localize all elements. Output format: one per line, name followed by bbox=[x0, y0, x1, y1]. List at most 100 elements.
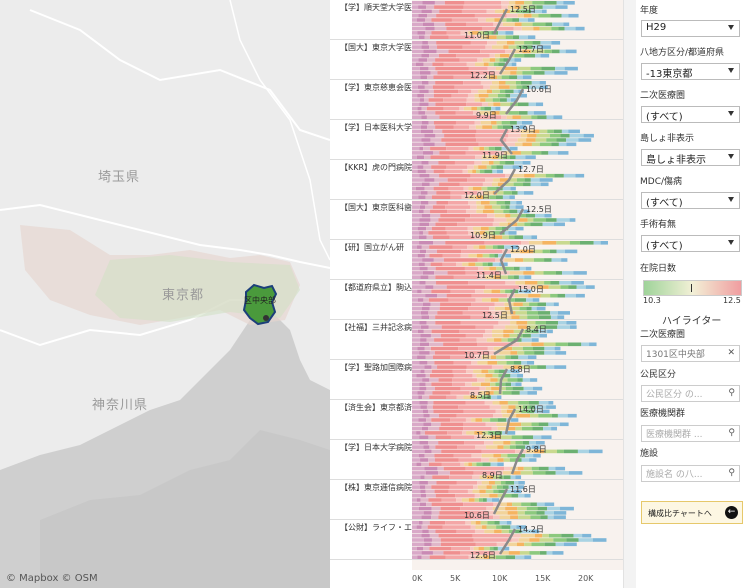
bar-segment[interactable] bbox=[524, 511, 537, 515]
bar-segment[interactable] bbox=[471, 361, 478, 365]
bar-segment[interactable] bbox=[492, 373, 499, 378]
bar-segment[interactable] bbox=[555, 542, 564, 547]
bar-segment[interactable] bbox=[443, 342, 478, 347]
bar-segment[interactable] bbox=[412, 311, 421, 315]
bar-segment[interactable] bbox=[472, 533, 511, 538]
bar-segment[interactable] bbox=[436, 13, 475, 18]
bar-segment[interactable] bbox=[431, 422, 441, 427]
bar-segment[interactable] bbox=[473, 485, 478, 489]
bar-segment[interactable] bbox=[427, 481, 437, 485]
bar-segment[interactable] bbox=[495, 511, 508, 515]
bar-segment[interactable] bbox=[417, 253, 425, 258]
bar-segment[interactable] bbox=[451, 18, 479, 22]
bar-segment[interactable] bbox=[557, 151, 569, 155]
bar-segment[interactable] bbox=[419, 351, 430, 355]
bar-segment[interactable] bbox=[555, 471, 569, 475]
bar-segment[interactable] bbox=[507, 133, 521, 138]
bar-segment[interactable] bbox=[441, 498, 457, 502]
bar-segment[interactable] bbox=[455, 111, 474, 115]
bar-segment[interactable] bbox=[491, 165, 497, 169]
bar-segment[interactable] bbox=[491, 426, 498, 431]
bar-segment[interactable] bbox=[484, 146, 489, 151]
bar-segment[interactable] bbox=[429, 373, 454, 378]
bar-segment[interactable] bbox=[489, 266, 497, 271]
bar-segment[interactable] bbox=[436, 281, 469, 285]
bar-segment[interactable] bbox=[475, 298, 483, 302]
bar-segment[interactable] bbox=[412, 5, 419, 9]
bar-segment[interactable] bbox=[439, 173, 471, 178]
bar-segment[interactable] bbox=[490, 418, 498, 422]
bar-segment[interactable] bbox=[412, 209, 419, 214]
bar-segment[interactable] bbox=[475, 262, 483, 267]
bar-segment[interactable] bbox=[412, 26, 426, 31]
bar-segment[interactable] bbox=[450, 391, 470, 395]
bar-segment[interactable] bbox=[432, 62, 444, 67]
bar-segment[interactable] bbox=[417, 329, 424, 334]
bar-segment[interactable] bbox=[486, 165, 492, 169]
bar-segment[interactable] bbox=[421, 289, 432, 294]
bar-segment[interactable] bbox=[427, 361, 435, 365]
bar-segment[interactable] bbox=[542, 241, 557, 245]
bar-segment[interactable] bbox=[460, 462, 465, 467]
bar-segment[interactable] bbox=[445, 241, 485, 245]
bar-segment[interactable] bbox=[557, 325, 570, 329]
bar-segment[interactable] bbox=[514, 298, 527, 302]
bar-segment[interactable] bbox=[437, 293, 447, 298]
bar-segment[interactable] bbox=[480, 226, 489, 231]
bar-segment[interactable] bbox=[461, 9, 487, 14]
bar-segment[interactable] bbox=[480, 382, 491, 387]
bar-segment[interactable] bbox=[429, 182, 440, 187]
bar-segment[interactable] bbox=[436, 191, 451, 195]
bar-segment[interactable] bbox=[461, 249, 503, 254]
bar-segment[interactable] bbox=[419, 441, 429, 445]
bar-segment[interactable] bbox=[425, 493, 436, 498]
bar-segment[interactable] bbox=[421, 9, 432, 14]
bar-segment[interactable] bbox=[475, 289, 484, 294]
bar-segment[interactable] bbox=[534, 351, 545, 355]
bar-segment[interactable] bbox=[417, 31, 426, 35]
bar-segment[interactable] bbox=[518, 538, 530, 542]
bar-segment[interactable] bbox=[420, 458, 429, 462]
bar-segment[interactable] bbox=[509, 205, 516, 209]
bar-segment[interactable] bbox=[478, 89, 487, 94]
bar-segment[interactable] bbox=[513, 26, 522, 31]
bar-segment[interactable] bbox=[489, 85, 499, 89]
bar-segment[interactable] bbox=[430, 213, 441, 218]
bar-segment[interactable] bbox=[510, 71, 517, 75]
bar-segment[interactable] bbox=[485, 98, 493, 102]
bar-segment[interactable] bbox=[438, 533, 473, 538]
bar-segment[interactable] bbox=[514, 58, 522, 62]
bar-segment[interactable] bbox=[412, 285, 426, 289]
bar-segment[interactable] bbox=[517, 222, 525, 227]
bar-segment[interactable] bbox=[462, 169, 468, 174]
bar-segment[interactable] bbox=[426, 226, 432, 231]
bar-segment[interactable] bbox=[433, 89, 459, 94]
bar-segment[interactable] bbox=[499, 89, 506, 94]
bar-segment[interactable] bbox=[477, 481, 482, 485]
bar-segment[interactable] bbox=[481, 481, 489, 485]
bar-segment[interactable] bbox=[502, 471, 513, 475]
bar-segment[interactable] bbox=[484, 205, 492, 209]
bar-segment[interactable] bbox=[571, 281, 584, 285]
bar-segment[interactable] bbox=[508, 111, 519, 115]
bar-segment[interactable] bbox=[412, 49, 424, 54]
bar-segment[interactable] bbox=[506, 13, 518, 18]
bar-segment[interactable] bbox=[482, 462, 491, 467]
bar-segment[interactable] bbox=[557, 413, 568, 418]
bar-segment[interactable] bbox=[519, 266, 526, 271]
bar-segment[interactable] bbox=[485, 245, 493, 249]
bar-segment[interactable] bbox=[568, 285, 577, 289]
bar-segment[interactable] bbox=[419, 146, 424, 151]
hospital-label[interactable]: 【済生会】東京都済 bbox=[340, 402, 412, 413]
bar-segment[interactable] bbox=[431, 485, 450, 489]
hl-public-input[interactable]: 公民区分 の... ⚲ bbox=[641, 385, 740, 402]
bar-segment[interactable] bbox=[561, 129, 569, 134]
bar-segment[interactable] bbox=[542, 5, 556, 9]
bar-segment[interactable] bbox=[567, 342, 582, 347]
bar-segment[interactable] bbox=[556, 241, 570, 245]
bar-segment[interactable] bbox=[480, 521, 488, 525]
bar-segment[interactable] bbox=[427, 525, 443, 529]
bar-segment[interactable] bbox=[460, 506, 487, 511]
bar-segment[interactable] bbox=[419, 205, 426, 209]
hl-facility-input[interactable]: 施設名 の八... ⚲ bbox=[641, 465, 740, 482]
